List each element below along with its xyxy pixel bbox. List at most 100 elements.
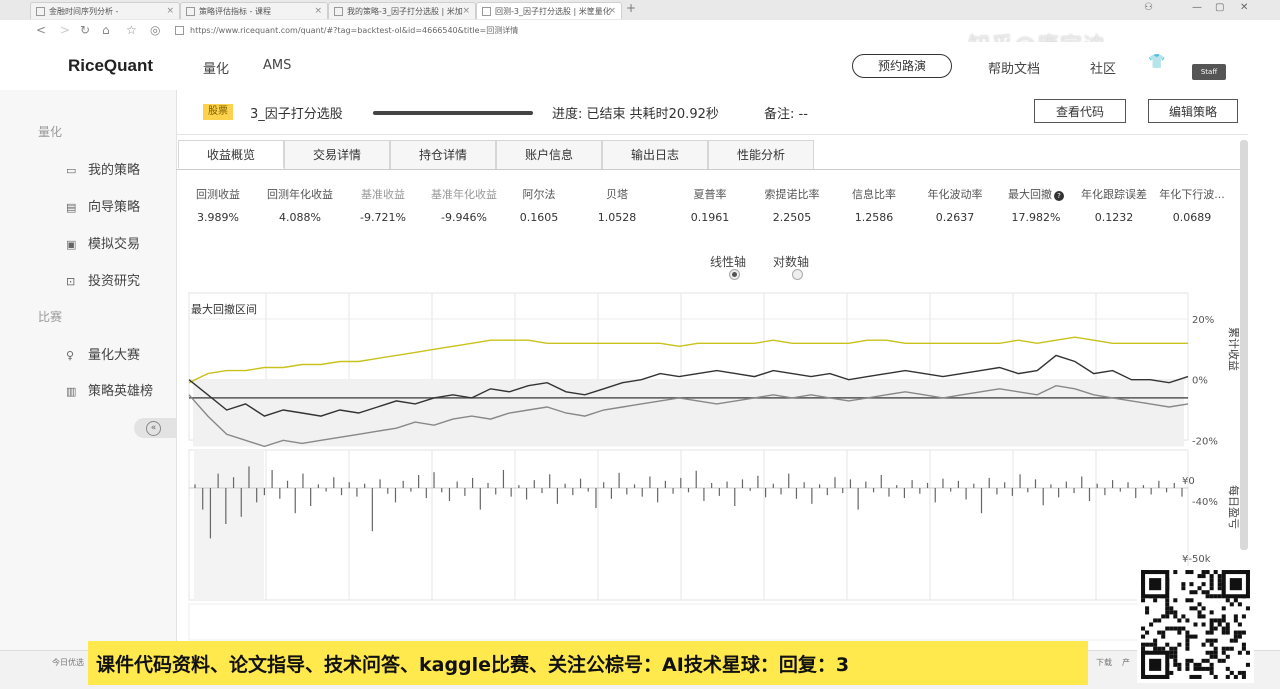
nav-help-docs[interactable]: 帮助文档	[988, 58, 1040, 77]
metric-volatility: 年化波动率 0.2637	[913, 186, 997, 224]
qr-module	[1185, 642, 1190, 647]
sidebar-section-contest: 比赛	[38, 310, 63, 324]
view-code-button[interactable]: 查看代码	[1034, 99, 1126, 123]
status-left[interactable]: 今日优选	[52, 657, 84, 668]
nav-community[interactable]: 社区	[1090, 58, 1116, 77]
qr-module	[1177, 618, 1182, 623]
reload-icon[interactable]: ↻	[80, 23, 90, 37]
staff-badge[interactable]: Staff	[1192, 64, 1226, 80]
qr-module	[1193, 606, 1198, 611]
bookmark-star-icon[interactable]: ☆	[126, 23, 137, 37]
page-info-icon[interactable]: ◎	[150, 23, 160, 37]
sidebar-item-label: 量化大赛	[88, 348, 141, 363]
nav-quant[interactable]: 量化	[203, 58, 229, 77]
qr-module	[1233, 618, 1238, 623]
qr-module	[1169, 650, 1174, 655]
book-demo-button[interactable]: 预约路演	[852, 54, 952, 78]
drawdown-shading	[193, 379, 1184, 447]
sidebar-item-leaderboard[interactable]: ▥ 策略英雄榜	[66, 380, 153, 399]
qr-module	[1145, 610, 1150, 615]
minimize-icon[interactable]: —	[1192, 2, 1202, 13]
url-text: https://www.ricequant.com/quant/#?tag=ba…	[190, 26, 519, 35]
metric-label: 索提诺比率	[764, 188, 820, 201]
browser-tab[interactable]: 金融时间序列分析 - ×	[30, 2, 180, 19]
sidebar-item-wizard[interactable]: ▤ 向导策略	[66, 196, 140, 215]
tab-trade-details[interactable]: 交易详情	[284, 140, 390, 169]
browser-tab-active[interactable]: 回测-3_因子打分选股 | 米筐量化 ×	[476, 2, 622, 19]
qr-module	[1165, 598, 1170, 603]
qr-module	[1237, 602, 1242, 607]
sidebar-item-my-strategies[interactable]: ▭ 我的策略	[66, 159, 140, 178]
new-tab-icon[interactable]: +	[626, 1, 636, 15]
sidebar-item-label: 向导策略	[88, 200, 141, 215]
series-line-0	[188, 336, 1188, 384]
forward-icon[interactable]: >	[60, 23, 70, 37]
qr-code	[1137, 566, 1254, 683]
qr-module	[1149, 622, 1154, 627]
qr-module	[1189, 598, 1194, 603]
qr-module	[1185, 598, 1190, 603]
qr-module	[1201, 614, 1206, 619]
linear-axis-label[interactable]: 线性轴	[710, 253, 746, 270]
qr-module	[1205, 658, 1210, 663]
window-close-icon[interactable]: ✕	[1240, 2, 1248, 13]
qr-module	[1169, 606, 1174, 611]
tab-returns-overview[interactable]: 收益概览	[178, 140, 284, 169]
back-icon[interactable]: <	[36, 23, 46, 37]
qr-module	[1213, 646, 1218, 651]
qr-module	[1197, 674, 1202, 679]
y-axis-label: 累计收益	[1227, 327, 1241, 371]
edit-strategy-button[interactable]: 编辑策略	[1148, 99, 1238, 123]
qr-module	[1209, 586, 1214, 591]
sidebar-item-research[interactable]: ⊡ 投资研究	[66, 270, 140, 289]
qr-module	[1197, 614, 1202, 619]
browser-tab[interactable]: 我的策略-3_因子打分选股 | 米加 ×	[328, 2, 476, 19]
url-field[interactable]: https://www.ricequant.com/quant/#?tag=ba…	[175, 23, 1075, 39]
close-icon[interactable]: ×	[608, 3, 616, 19]
qr-module	[1189, 634, 1194, 639]
sidebar-item-contest[interactable]: ♀ 量化大赛	[66, 344, 140, 363]
qr-module	[1169, 654, 1174, 659]
sidebar-collapse-button[interactable]: «	[134, 418, 176, 438]
close-icon[interactable]: ×	[462, 3, 470, 19]
qr-module	[1229, 670, 1234, 675]
close-icon[interactable]: ×	[314, 3, 322, 19]
series-line-2	[188, 384, 1189, 448]
qr-module	[1229, 646, 1234, 651]
qr-module	[1193, 662, 1198, 667]
qr-module	[1237, 622, 1242, 627]
qr-module	[1201, 606, 1206, 611]
help-icon[interactable]: ?	[1054, 191, 1064, 201]
status-download[interactable]: 下载	[1096, 657, 1112, 668]
tab-account-info[interactable]: 账户信息	[496, 140, 602, 169]
qr-module	[1173, 646, 1178, 651]
qr-module	[1197, 574, 1202, 579]
qr-module	[1213, 570, 1218, 575]
nav-ams[interactable]: AMS	[263, 58, 291, 73]
qr-module	[1221, 658, 1226, 663]
ricequant-logo[interactable]: RiceQuant	[68, 56, 153, 76]
linear-axis-radio[interactable]	[729, 269, 740, 280]
log-axis-radio[interactable]	[792, 269, 803, 280]
tab-positions[interactable]: 持仓详情	[390, 140, 496, 169]
metric-value: 17.982%	[1011, 211, 1061, 224]
tshirt-icon[interactable]: 👕	[1148, 54, 1165, 70]
metric-benchmark-return: 基准收益 -9.721%	[341, 186, 425, 224]
home-icon[interactable]: ⌂	[102, 23, 110, 37]
browser-tab[interactable]: 策略评估指标 - 课程 ×	[180, 2, 328, 19]
qr-module	[1233, 634, 1238, 639]
user-icon[interactable]: ⚇	[1144, 2, 1153, 13]
qr-module	[1205, 590, 1210, 595]
page-scrollbar[interactable]	[1240, 140, 1248, 550]
maximize-icon[interactable]: ▢	[1215, 2, 1224, 13]
qr-module	[1149, 658, 1162, 671]
tab-output-log[interactable]: 输出日志	[602, 140, 708, 169]
close-icon[interactable]: ×	[166, 3, 174, 19]
status-misc[interactable]: 产	[1122, 657, 1130, 668]
sidebar-item-paper-trading[interactable]: ▣ 模拟交易	[66, 233, 140, 252]
y-tick-label: ¥-50k	[1182, 554, 1211, 565]
log-axis-label[interactable]: 对数轴	[773, 253, 809, 270]
qr-module	[1233, 630, 1238, 635]
tab-performance[interactable]: 性能分析	[708, 140, 814, 169]
qr-module	[1225, 598, 1230, 603]
